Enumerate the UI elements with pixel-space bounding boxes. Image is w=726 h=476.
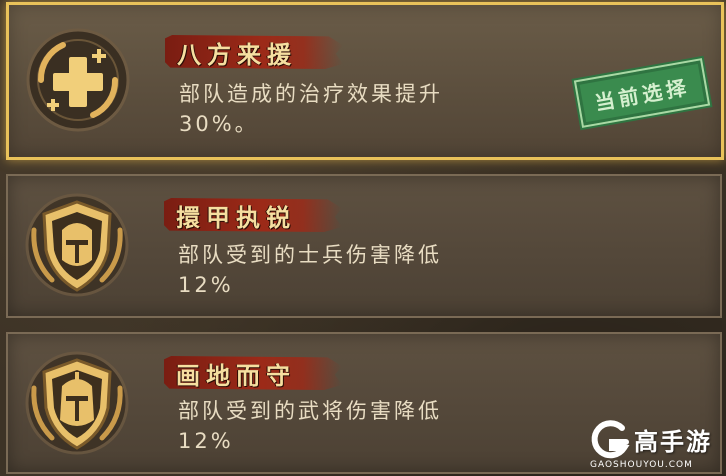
option-description: 部队受到的士兵伤害降低 12% [178, 240, 442, 300]
option-name-banner: 擐甲执锐 [164, 198, 342, 232]
helmet-shield-icon [25, 193, 129, 297]
watermark-title: 高手游 [634, 428, 712, 456]
description-value: 30%。 [179, 112, 259, 136]
current-selection-stamp: 当前选择 [573, 58, 711, 128]
description-value: 12% [178, 273, 234, 297]
option-description: 部队造成的治疗效果提升 30%。 [179, 79, 443, 139]
option-name-banner: 八方来援 [165, 35, 343, 69]
stamp-label: 当前选择 [592, 74, 692, 115]
option-name: 八方来援 [177, 40, 297, 69]
option-name-banner: 画地而守 [164, 356, 342, 390]
description-line: 部队受到的士兵伤害降低 [178, 243, 442, 267]
heal-cross-icon [26, 28, 130, 132]
description-line: 部队造成的治疗效果提升 [179, 82, 443, 106]
option-name: 画地而守 [176, 361, 296, 390]
option-description: 部队受到的武将伤害降低 12% [178, 396, 442, 456]
option-card-2[interactable]: 擐甲执锐 部队受到的士兵伤害降低 12% [6, 174, 722, 318]
site-watermark: 高手游 GAOSHOUYOU.COM [588, 420, 718, 472]
description-line: 部队受到的武将伤害降低 [178, 399, 442, 423]
option-name: 擐甲执锐 [176, 203, 296, 232]
option-card-1[interactable]: 八方来援 部队造成的治疗效果提升 30%。 当前选择 [6, 2, 724, 160]
g-logo-icon [591, 420, 630, 459]
watermark-subtitle: GAOSHOUYOU.COM [590, 460, 693, 470]
description-value: 12% [178, 429, 234, 453]
helmet-shield-icon [25, 351, 129, 455]
